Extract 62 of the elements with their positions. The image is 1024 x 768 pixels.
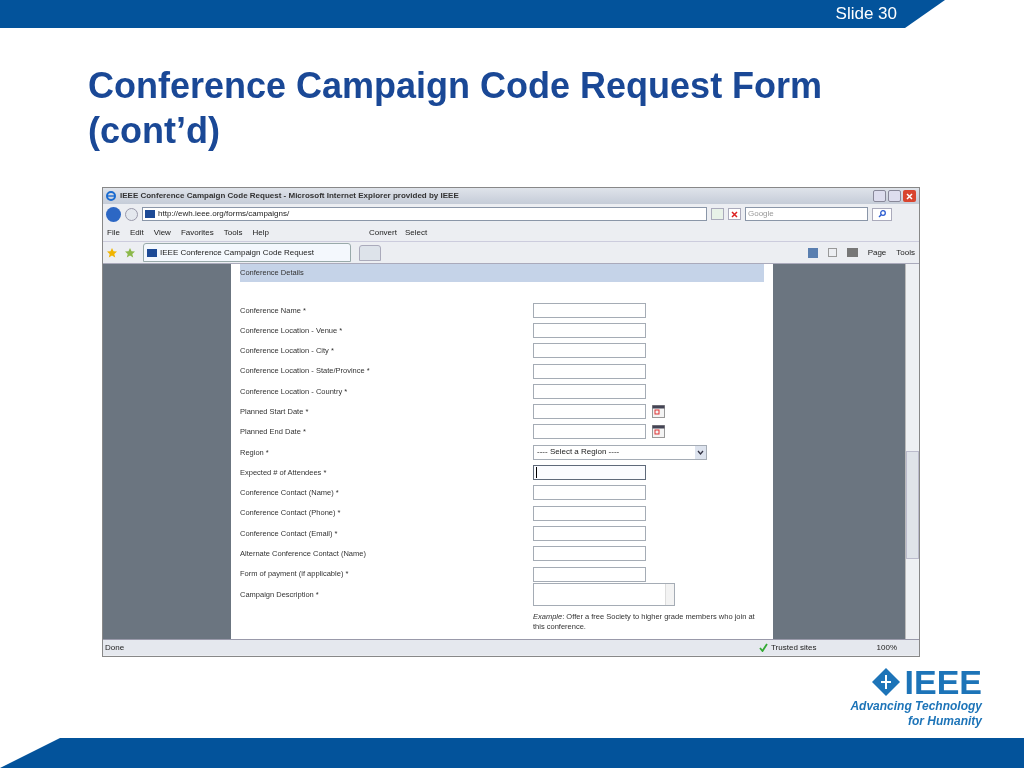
restore-button[interactable] — [888, 190, 901, 202]
new-tab-button[interactable] — [359, 244, 381, 261]
text-input[interactable] — [533, 465, 646, 480]
browser-tab[interactable]: IEEE Conference Campaign Code Request — [143, 243, 351, 262]
text-input[interactable] — [533, 343, 646, 359]
menu-item[interactable]: Favorites — [180, 226, 214, 239]
minimize-button[interactable] — [873, 190, 886, 202]
refresh-button[interactable] — [711, 208, 724, 220]
command-button[interactable]: Tools — [896, 246, 915, 259]
status-text: Done — [105, 641, 125, 654]
ieee-diamond-icon — [870, 667, 901, 697]
text-cursor — [536, 467, 537, 478]
calendar-icon[interactable] — [652, 405, 665, 419]
zoom-level[interactable]: 100% — [876, 641, 897, 654]
logo-tagline: for Humanity — [908, 714, 982, 729]
scrollbar[interactable] — [905, 264, 919, 639]
logo-tagline: Advancing Technology — [850, 699, 982, 714]
logo-name: IEEE — [904, 665, 982, 699]
toolbar-button[interactable]: Select — [404, 226, 428, 239]
scrollbar — [665, 583, 674, 605]
text-input[interactable] — [533, 505, 646, 521]
url-text: http://ewh.ieee.org/forms/campaigns/ — [158, 208, 290, 220]
star-icon[interactable] — [107, 247, 117, 258]
check-icon — [759, 643, 769, 652]
slide-title: Conference Campaign Code Request Form (cont’d) — [88, 63, 824, 153]
browser-logo-icon — [106, 191, 116, 201]
menu-item[interactable]: Tools — [223, 226, 243, 239]
slide-number: Slide 30 — [835, 3, 897, 26]
text-input[interactable] — [533, 363, 646, 379]
scroll-thumb[interactable] — [906, 451, 919, 559]
address-bar[interactable]: http://ewh.ieee.org/forms/campaigns/ — [142, 207, 707, 221]
text-input[interactable] — [533, 485, 646, 501]
close-icon — [906, 192, 913, 200]
toolbar-button[interactable]: Convert — [368, 226, 397, 239]
close-button[interactable] — [903, 190, 916, 202]
menu-item[interactable]: Help — [252, 226, 269, 239]
search-icon — [878, 210, 886, 218]
add-favorite-icon[interactable] — [125, 247, 135, 258]
menu-item[interactable]: File — [107, 226, 120, 239]
menu-item[interactable]: Edit — [129, 226, 144, 239]
text-input[interactable] — [533, 302, 646, 318]
site-icon — [147, 248, 157, 257]
date-input[interactable] — [533, 404, 646, 420]
description-textarea[interactable] — [533, 582, 675, 606]
text-input[interactable] — [533, 525, 646, 541]
date-input[interactable] — [533, 424, 646, 440]
menu-item[interactable]: View — [153, 226, 171, 239]
text-input[interactable] — [533, 322, 646, 338]
region-dropdown[interactable]: ---- Select a Region ---- — [533, 444, 707, 460]
search-button[interactable] — [872, 207, 892, 221]
stop-icon — [731, 210, 738, 218]
site-icon — [145, 210, 155, 218]
text-input[interactable] — [533, 566, 646, 582]
back-button[interactable] — [106, 206, 121, 222]
calendar-icon[interactable] — [652, 425, 665, 439]
stop-button[interactable] — [728, 208, 741, 220]
forward-button[interactable] — [125, 207, 138, 221]
window-title: IEEE Conference Campaign Code Request - Microsoft Internet Explorer provided by IEEE — [120, 190, 459, 202]
security-zone: Trusted sites — [771, 641, 817, 654]
text-input[interactable] — [533, 546, 646, 562]
command-button[interactable]: Page — [867, 246, 887, 259]
text-input[interactable] — [533, 383, 646, 399]
